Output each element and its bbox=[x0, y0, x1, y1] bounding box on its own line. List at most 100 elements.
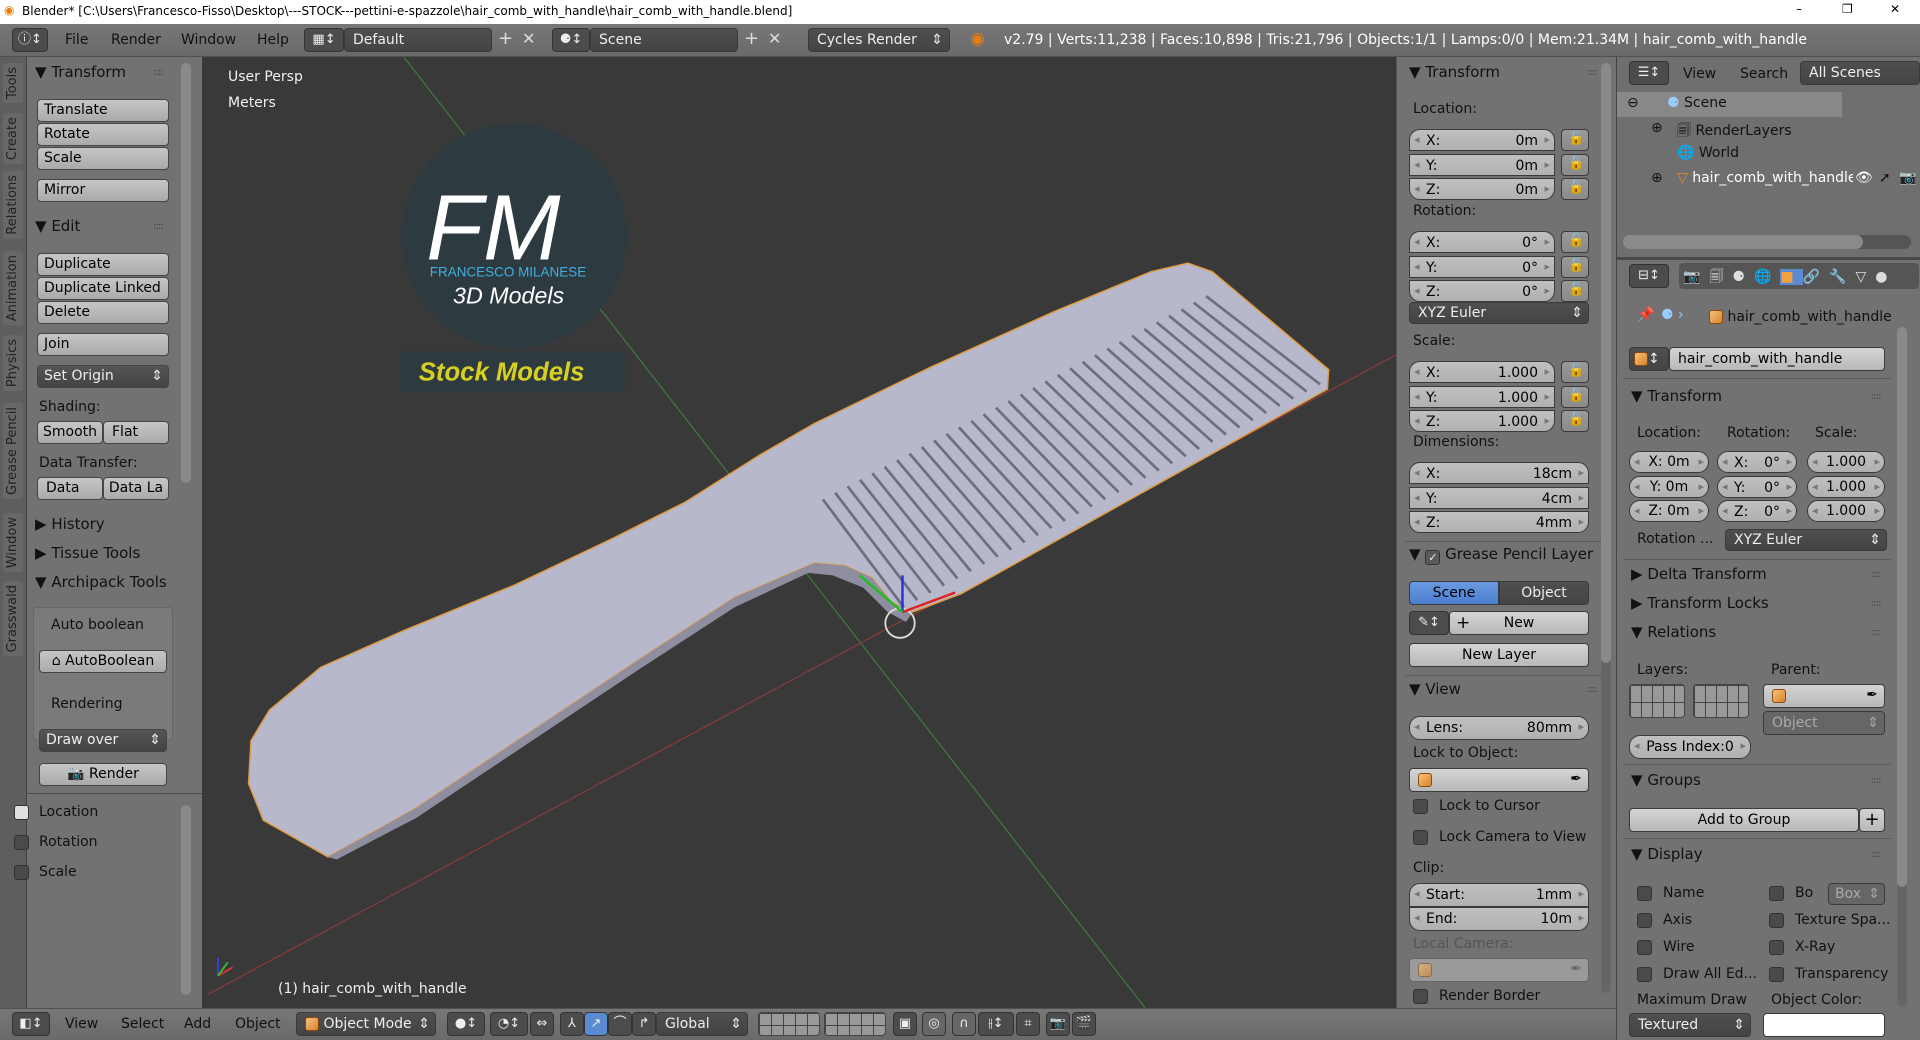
panel-header-transform[interactable]: ▼ Transform bbox=[35, 63, 126, 81]
outliner-item-world[interactable]: 🌐 World bbox=[1617, 142, 1867, 167]
menu-object[interactable]: Object bbox=[235, 1016, 281, 1032]
pass-index-field[interactable]: Pass Index:0 bbox=[1629, 735, 1751, 759]
scale-y-field[interactable]: 1.000 bbox=[1807, 475, 1885, 498]
object-name-field[interactable]: hair_comb_with_handle bbox=[1669, 347, 1885, 371]
lock-object-field[interactable]: ✒ bbox=[1409, 768, 1589, 792]
add-group-plus-icon[interactable]: + bbox=[1859, 808, 1885, 832]
scale-checkbox[interactable] bbox=[14, 865, 29, 880]
npanel-scrollbar[interactable] bbox=[1601, 63, 1611, 993]
panel-header-display[interactable]: ▼ Display bbox=[1631, 845, 1703, 863]
drag-grip-icon[interactable]: :::: bbox=[1871, 849, 1882, 860]
manipulator-move-icon[interactable]: ↗ bbox=[584, 1012, 608, 1036]
editor-type-properties-icon[interactable]: ⊟↕ bbox=[1629, 264, 1669, 288]
outliner-view-menu[interactable]: View bbox=[1683, 66, 1716, 82]
panel-header-edit[interactable]: ▼ Edit bbox=[35, 217, 80, 235]
display-checkbox-right-1[interactable] bbox=[1769, 913, 1784, 928]
dimensions-y-field[interactable]: Y: 4cm bbox=[1409, 486, 1589, 509]
drag-grip-icon[interactable]: :::: bbox=[1871, 569, 1882, 580]
rotation-mode-dropdown[interactable]: XYZ Euler ⇕ bbox=[1409, 302, 1589, 324]
snap-element-icon[interactable]: ⫲↕ bbox=[978, 1012, 1014, 1036]
panel-header-transform[interactable]: ▼ Transform bbox=[1409, 63, 1500, 81]
pin-icon[interactable]: 📌 bbox=[1637, 307, 1654, 323]
rotate-button[interactable]: Rotate bbox=[37, 123, 169, 146]
menu-window[interactable]: Window bbox=[181, 32, 236, 48]
tab-create[interactable]: Create bbox=[3, 113, 23, 165]
panel-header-archipack[interactable]: ▼ Archipack Tools bbox=[35, 573, 167, 591]
smooth-button[interactable]: Smooth bbox=[37, 421, 103, 444]
snap-target-icon[interactable]: ⌗ bbox=[1016, 1012, 1040, 1036]
lock-icon[interactable]: 🔓 bbox=[1561, 178, 1589, 200]
menu-render[interactable]: Render bbox=[111, 32, 161, 48]
rotation-x-field[interactable]: X: 0° bbox=[1409, 231, 1555, 253]
gp-object-toggle[interactable]: Object bbox=[1499, 581, 1589, 605]
layers-grid-1[interactable] bbox=[1629, 684, 1685, 718]
lock-icon[interactable]: 🔓 bbox=[1561, 361, 1589, 383]
eyedropper-icon[interactable]: ✒ bbox=[1570, 961, 1582, 977]
lock-icon[interactable]: 🔓 bbox=[1561, 410, 1589, 432]
display-checkbox-left-3[interactable] bbox=[1637, 967, 1652, 982]
gp-new-layer-button[interactable]: New Layer bbox=[1409, 643, 1589, 667]
add-to-group-button[interactable]: Add to Group bbox=[1629, 808, 1859, 832]
gp-scene-toggle[interactable]: Scene bbox=[1409, 581, 1499, 605]
close-button[interactable]: ✕ bbox=[1890, 2, 1900, 16]
draw-over-dropdown[interactable]: Draw over ⇕ bbox=[39, 729, 167, 752]
outliner-h-scrollbar[interactable] bbox=[1623, 235, 1911, 249]
outliner-item-renderlayers[interactable]: ⊕ 🗐 RenderLayers bbox=[1617, 117, 1867, 142]
rotation-x-field[interactable]: X: 0° bbox=[1717, 451, 1797, 473]
snap-icon[interactable]: ∩ bbox=[952, 1012, 976, 1036]
display-checkbox-right-3[interactable] bbox=[1769, 967, 1784, 982]
editor-type-outliner-icon[interactable]: ☰↕ bbox=[1629, 61, 1669, 85]
tab-relations[interactable]: Relations bbox=[3, 171, 23, 239]
screen-layout-icon[interactable]: ▦↕ bbox=[304, 28, 344, 52]
lock-icon[interactable]: 🔓 bbox=[1561, 255, 1589, 278]
outliner-item-object[interactable]: ⊕ ▽ hair_comb_with_handle 👁 ➚ 📷 bbox=[1617, 167, 1917, 192]
lock-cursor-checkbox[interactable] bbox=[1413, 799, 1428, 814]
drag-grip-icon[interactable]: :::: bbox=[1871, 391, 1882, 402]
rotation-mode-dropdown[interactable]: XYZ Euler ⇕ bbox=[1725, 529, 1887, 551]
lens-field[interactable]: Lens: 80mm bbox=[1409, 716, 1589, 740]
scene-field[interactable]: Scene bbox=[590, 28, 738, 52]
flat-button[interactable]: Flat bbox=[103, 421, 169, 444]
dimensions-z-field[interactable]: Z: 4mm bbox=[1409, 511, 1589, 533]
delete-layout-icon[interactable]: ✕ bbox=[522, 29, 535, 48]
opengl-render-animation-icon[interactable]: 🎬 bbox=[1072, 1012, 1096, 1036]
maximize-button[interactable]: ❐ bbox=[1842, 2, 1853, 16]
tab-grease-pencil[interactable]: Grease Pencil bbox=[3, 403, 23, 499]
menu-select[interactable]: Select bbox=[121, 1016, 164, 1032]
object-color-swatch[interactable] bbox=[1763, 1013, 1885, 1037]
visibility-eye-icon[interactable]: 👁 bbox=[1853, 170, 1873, 186]
expand-icon[interactable]: ⊕ bbox=[1651, 120, 1663, 136]
drag-grip-icon[interactable]: :::: bbox=[153, 221, 164, 232]
set-origin-dropdown[interactable]: Set Origin ⇕ bbox=[37, 365, 169, 388]
tab-tools[interactable]: Tools bbox=[3, 63, 23, 104]
screen-layout-field[interactable]: Default bbox=[344, 28, 492, 52]
menu-add[interactable]: Add bbox=[184, 1016, 211, 1032]
rotation-z-field[interactable]: Z: 0° bbox=[1717, 500, 1797, 522]
delete-scene-icon[interactable]: ✕ bbox=[768, 29, 781, 48]
location-y-field[interactable]: Y: 0m bbox=[1629, 475, 1709, 498]
gp-new-button[interactable]: + New bbox=[1449, 611, 1589, 635]
lock-camera-checkbox[interactable] bbox=[1413, 830, 1428, 845]
drag-grip-icon[interactable]: :::: bbox=[1871, 627, 1882, 638]
minimize-button[interactable]: – bbox=[1796, 2, 1802, 16]
rotation-checkbox[interactable] bbox=[14, 835, 29, 850]
operator-scrollbar[interactable] bbox=[181, 805, 191, 995]
dimensions-x-field[interactable]: X: 18cm bbox=[1409, 462, 1589, 484]
outliner-filter-dropdown[interactable]: All Scenes bbox=[1800, 61, 1920, 85]
render-button[interactable]: 📷 Render bbox=[39, 763, 167, 786]
viewport-shading-icon[interactable]: ●↕ bbox=[447, 1012, 485, 1036]
scale-x-field[interactable]: 1.000 bbox=[1807, 451, 1885, 473]
tab-grasswald[interactable]: Grasswald bbox=[3, 581, 23, 657]
drag-grip-icon[interactable]: :::: bbox=[1871, 598, 1882, 609]
pencil-icon[interactable]: ✎↕ bbox=[1409, 611, 1449, 635]
scale-y-field[interactable]: Y: 1.000 bbox=[1409, 385, 1555, 408]
bounds-type-dropdown[interactable]: Box ⇕ bbox=[1828, 883, 1885, 905]
properties-context-tabs[interactable]: 📷🗐⚈🌐■🔗🔧▽● bbox=[1679, 263, 1919, 289]
parent-field[interactable]: ✒ bbox=[1763, 684, 1885, 708]
selectable-cursor-icon[interactable]: ➚ bbox=[1879, 170, 1891, 186]
manipulator-rotate-icon[interactable]: ⌒ bbox=[608, 1012, 632, 1036]
scene-layers-1[interactable] bbox=[758, 1012, 820, 1036]
display-checkbox-left-1[interactable] bbox=[1637, 913, 1652, 928]
renderable-camera-icon[interactable]: 📷 bbox=[1899, 170, 1916, 186]
display-checkbox-left-0[interactable] bbox=[1637, 886, 1652, 901]
